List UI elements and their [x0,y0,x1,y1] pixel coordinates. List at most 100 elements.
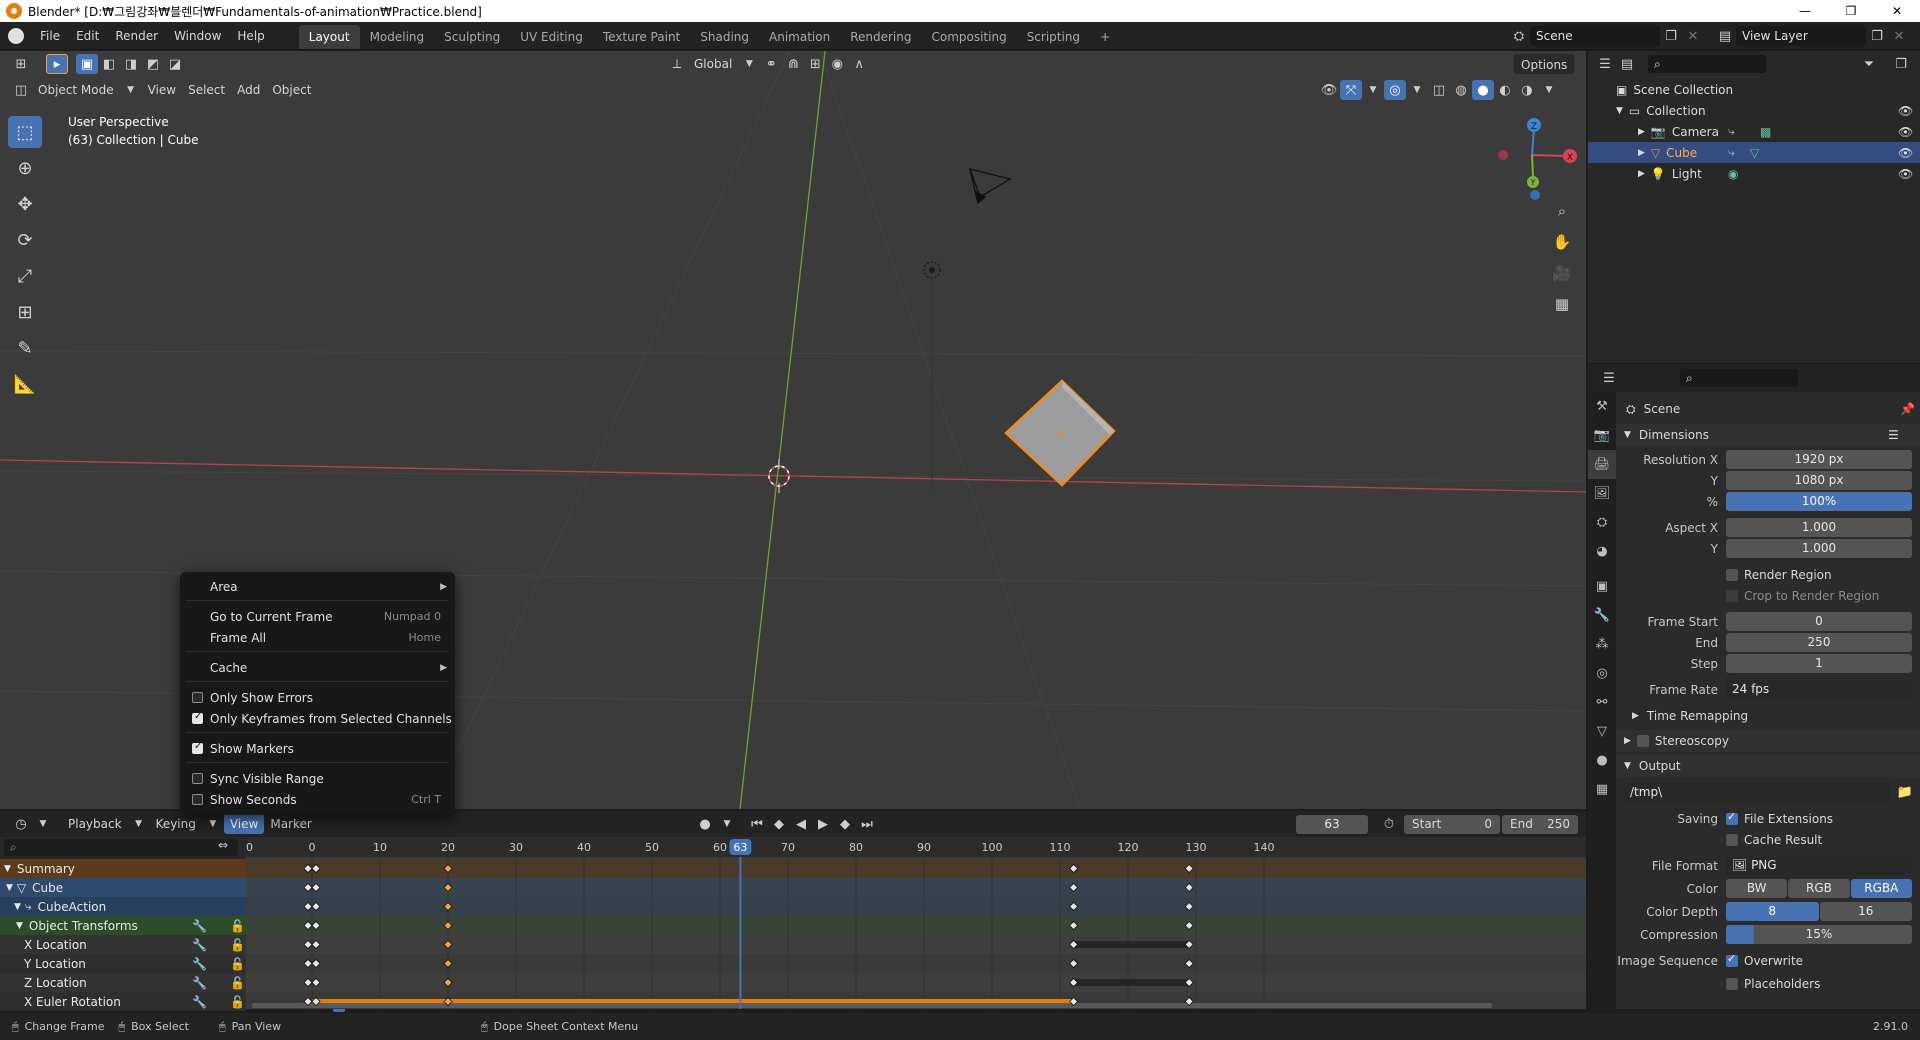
expand-arrow-icon[interactable]: ▼ [1616,106,1623,116]
dimensions-section-header[interactable]: ▼ Dimensions ☰ [1616,424,1920,446]
chevron-down-icon[interactable]: ▼ [738,54,760,74]
lock-icon[interactable]: 🔓 [230,976,245,990]
constraints-tab-icon[interactable]: ⚯ [1588,688,1616,717]
workspace-tab-modeling[interactable]: Modeling [360,25,435,49]
scene-name-field[interactable]: Scene [1530,26,1660,46]
material-tab-icon[interactable]: ● [1588,746,1616,775]
new-view-layer-icon[interactable]: ❐ [1866,26,1888,46]
frame-end-field[interactable]: 250 [1726,633,1912,652]
timeline-menu-marker[interactable]: Marker [264,814,317,834]
properties-search-input[interactable]: ⌕ [1680,369,1798,387]
viewport-menu-view[interactable]: View [142,80,182,100]
workspace-tab-texture-paint[interactable]: Texture Paint [593,25,690,49]
output-section-header[interactable]: ▼ Output [1616,755,1920,777]
menu-item-only-keyframes-selected[interactable]: Only Keyframes from Selected Channels [180,708,455,729]
workspace-tab-animation[interactable]: Animation [759,25,840,49]
jump-end-icon[interactable]: ⏭ [856,814,878,834]
annotate-tool-icon[interactable]: ✎ [8,332,42,364]
menu-item-show-markers[interactable]: Show Markers [180,738,455,759]
crop-region-row[interactable]: Crop to Render Region [1616,585,1920,606]
select-mode-extend-icon[interactable]: ◧ [98,54,120,74]
display-mode-icon[interactable]: ▤ [1616,54,1638,74]
stereoscopy-section-header[interactable]: ▶ Stereoscopy [1616,730,1920,752]
frame-rate-dropdown[interactable]: 24 fps [1726,680,1912,699]
color-rgb-option[interactable]: RGB [1788,879,1850,898]
outliner-editor-type-icon[interactable]: ☰ [1594,54,1616,74]
crop-region-checkbox[interactable] [1726,589,1738,602]
compression-slider[interactable]: 15% [1726,925,1912,944]
workspace-tab-scripting[interactable]: Scripting [1017,25,1090,49]
color-depth-8-option[interactable]: 8 [1726,902,1819,921]
overlay-toggle-icon[interactable]: ◎ [1384,80,1406,100]
properties-editor-type-icon[interactable]: ☰ [1598,368,1620,388]
measure-tool-icon[interactable]: 📐 [8,368,42,400]
render-region-row[interactable]: Render Region [1616,564,1920,585]
collapse-arrow-icon[interactable]: ▼ [4,864,11,874]
material-shading-icon[interactable]: ◐ [1494,80,1516,100]
editor-type-chevron-icon[interactable]: ▼ [32,814,54,834]
minimize-button[interactable]: — [1782,0,1828,22]
cache-result-checkbox[interactable] [1726,833,1738,846]
sync-visible-range-checkbox[interactable] [192,773,203,784]
select-mode-new-icon[interactable]: ▣ [76,54,98,74]
outliner-item-scene-collection[interactable]: ▣ Scene Collection [1588,79,1920,100]
viewport-menu-object[interactable]: Object [266,80,317,100]
presets-icon[interactable]: ☰ [1888,428,1899,442]
collapse-arrow-icon[interactable]: ▼ [6,883,13,893]
keying-chevron-icon[interactable]: ▼ [202,814,224,834]
perspective-toggle-icon[interactable]: ▦ [1548,290,1576,318]
workspace-tab-compositing[interactable]: Compositing [921,25,1016,49]
modifier-wrench-icon[interactable]: 🔧 [192,976,207,990]
menu-help[interactable]: Help [229,22,272,50]
start-frame-field[interactable]: Start 0 [1404,815,1500,834]
physics-tab-icon[interactable]: ◎ [1588,659,1616,688]
mode-chevron-icon[interactable]: ▼ [120,80,142,100]
output-tab-icon[interactable]: 🖨 [1588,450,1616,479]
channel-summary[interactable]: ▼ Summary [0,859,246,878]
stopwatch-icon[interactable]: ⏱ [1378,814,1400,834]
view-layer-icon[interactable]: ▤ [1714,26,1736,46]
camera-object[interactable] [968,168,1012,205]
show-markers-checkbox[interactable] [192,741,203,754]
record-chevron-icon[interactable]: ▼ [716,814,738,834]
resolution-x-field[interactable]: 1920 px [1726,450,1912,469]
render-tab-icon[interactable]: 📷 [1588,421,1616,450]
lock-icon[interactable]: 🔓 [230,938,245,952]
menu-render[interactable]: Render [107,22,166,50]
workspace-tab-uv-editing[interactable]: UV Editing [510,25,593,49]
remove-view-layer-icon[interactable]: ✕ [1888,26,1910,46]
menu-item-cache[interactable]: Cache ▶ [180,657,455,678]
outliner-item-light[interactable]: ▶ 💡 Light ◉ 👁 [1588,163,1920,184]
pan-hand-icon[interactable]: ✋ [1548,228,1576,256]
expand-arrow-icon[interactable]: ▶ [1638,169,1645,179]
new-scene-icon[interactable]: ❐ [1660,26,1682,46]
transform-tool-icon[interactable]: ⊞ [8,296,42,328]
visibility-icon[interactable]: 👁 [1318,80,1340,100]
menu-item-only-show-errors[interactable]: Only Show Errors [180,687,455,708]
viewport-menu-select[interactable]: Select [182,80,231,100]
modifier-wrench-icon[interactable]: 🔧 [192,938,207,952]
camera-view-icon[interactable]: 🎥 [1548,259,1576,287]
collapse-arrow-icon[interactable]: ▼ [16,921,23,931]
overlay-chevron-icon[interactable]: ▼ [1406,80,1428,100]
record-icon[interactable]: ● [694,814,716,834]
menu-item-go-to-current-frame[interactable]: Go to Current Frame Numpad 0 [180,606,455,627]
gizmo-toggle-icon[interactable]: ⤧ [1340,80,1362,100]
falloff-icon[interactable]: ∧ [848,54,870,74]
scale-tool-icon[interactable]: ⤢ [8,260,42,292]
lock-icon[interactable]: 🔓 [230,995,245,1009]
transform-orientation-dropdown[interactable]: Global [688,54,738,74]
channel-search-input[interactable]: ⌕ [4,839,238,856]
scene-icon[interactable]: ⛭ [1508,26,1530,46]
move-tool-icon[interactable]: ✥ [8,188,42,220]
snap-icon[interactable]: ⋒ [782,54,804,74]
expand-arrow-icon[interactable]: ▶ [1638,127,1645,137]
channel-cube-action[interactable]: ▼ ⤷ CubeAction [0,897,246,916]
outliner-search-input[interactable]: ⌕ [1648,55,1766,73]
channel-cube[interactable]: ▼ ▽ Cube [0,878,246,897]
zoom-icon[interactable]: ⌕ [1548,197,1576,225]
xray-icon[interactable]: ◫ [1428,80,1450,100]
workspace-tab-rendering[interactable]: Rendering [840,25,921,49]
channel-y-location[interactable]: Y Location 🔧 🔓 [0,954,310,974]
aspect-x-field[interactable]: 1.000 [1726,518,1912,537]
